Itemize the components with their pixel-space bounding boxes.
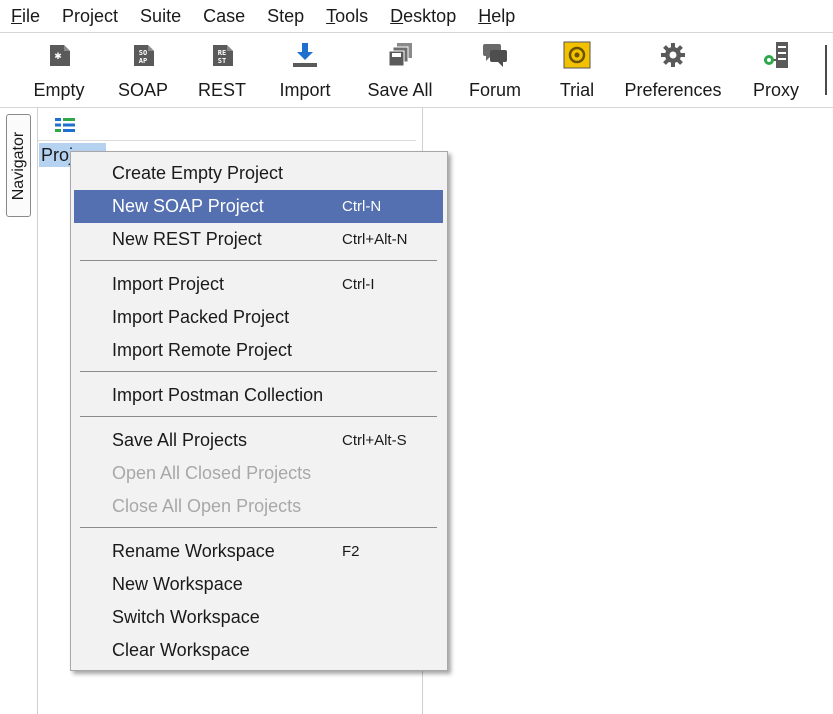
svg-text:RE: RE bbox=[218, 49, 226, 57]
svg-text:✱: ✱ bbox=[54, 52, 62, 62]
menu-item-switch-workspace[interactable]: Switch Workspace bbox=[74, 601, 443, 634]
forum-button[interactable]: Forum bbox=[460, 33, 530, 107]
menu-item-new-workspace[interactable]: New Workspace bbox=[74, 568, 443, 601]
import-label: Import bbox=[279, 80, 331, 100]
soap-button[interactable]: SO AP SOAP bbox=[110, 33, 176, 107]
shortcut-label: F2 bbox=[342, 543, 360, 560]
trial-label: Trial bbox=[559, 80, 595, 100]
svg-text:SO: SO bbox=[139, 49, 147, 57]
menu-item-import-packed-project[interactable]: Import Packed Project bbox=[74, 301, 443, 334]
menu-item-open-all-closed-projects[interactable]: Open All Closed Projects bbox=[74, 457, 443, 490]
menu-help[interactable]: Help bbox=[467, 0, 526, 32]
empty-project-icon: ✱ bbox=[50, 45, 70, 66]
context-menu: Create Empty Project New SOAP Project Ct… bbox=[70, 151, 448, 671]
soap-icon: SO AP bbox=[134, 45, 154, 66]
proxy-icon bbox=[764, 42, 788, 68]
save-all-icon bbox=[388, 43, 412, 67]
svg-text:AP: AP bbox=[139, 57, 147, 65]
menu-separator bbox=[80, 260, 437, 261]
proxy-button[interactable]: Proxy bbox=[742, 33, 810, 107]
save-all-button[interactable]: Save All bbox=[360, 33, 440, 107]
menu-item-save-all-projects[interactable]: Save All Projects Ctrl+Alt-S bbox=[74, 424, 443, 457]
empty-button[interactable]: ✱ Empty bbox=[24, 33, 94, 107]
toolbar: ✱ Empty SO AP SOAP RE ST REST Import Sav… bbox=[0, 33, 833, 108]
menu-item-close-all-open-projects[interactable]: Close All Open Projects bbox=[74, 490, 443, 523]
rest-label: REST bbox=[197, 80, 246, 100]
gear-icon bbox=[661, 43, 685, 67]
menu-tools[interactable]: Tools bbox=[315, 0, 379, 32]
menu-suite[interactable]: Suite bbox=[129, 0, 192, 32]
rest-icon: RE ST bbox=[213, 45, 233, 66]
menu-item-rename-workspace[interactable]: Rename Workspace F2 bbox=[74, 535, 443, 568]
navigator-header bbox=[38, 108, 416, 141]
menu-separator bbox=[80, 416, 437, 417]
menu-item-clear-workspace[interactable]: Clear Workspace bbox=[74, 634, 443, 667]
menu-separator bbox=[80, 527, 437, 528]
shortcut-label: Ctrl-N bbox=[342, 198, 382, 215]
shortcut-label: Ctrl+Alt-S bbox=[342, 432, 407, 449]
shortcut-label: Ctrl+Alt-N bbox=[342, 231, 408, 248]
menu-separator bbox=[80, 371, 437, 372]
trial-icon bbox=[563, 41, 591, 69]
import-icon bbox=[293, 43, 317, 67]
menu-item-import-project[interactable]: Import Project Ctrl-I bbox=[74, 268, 443, 301]
menu-desktop[interactable]: Desktop bbox=[379, 0, 467, 32]
trial-button[interactable]: Trial bbox=[550, 33, 604, 107]
menu-project[interactable]: Project bbox=[51, 0, 129, 32]
forum-icon bbox=[483, 44, 507, 67]
svg-text:ST: ST bbox=[218, 57, 226, 65]
forum-label: Forum bbox=[468, 80, 521, 100]
proxy-label: Proxy bbox=[752, 80, 799, 100]
import-button[interactable]: Import bbox=[268, 33, 342, 107]
menu-case[interactable]: Case bbox=[192, 0, 256, 32]
toolbar-divider bbox=[825, 45, 827, 95]
rest-button[interactable]: RE ST REST bbox=[192, 33, 252, 107]
menu-file[interactable]: File bbox=[0, 0, 51, 32]
menu-item-new-rest-project[interactable]: New REST Project Ctrl+Alt-N bbox=[74, 223, 443, 256]
menu-item-import-remote-project[interactable]: Import Remote Project bbox=[74, 334, 443, 367]
navigator-tab[interactable]: Navigator bbox=[6, 114, 31, 217]
navigator-label: Navigator bbox=[9, 131, 27, 200]
menu-item-import-postman-collection[interactable]: Import Postman Collection bbox=[74, 379, 443, 412]
soap-label: SOAP bbox=[117, 80, 169, 100]
empty-label: Empty bbox=[33, 80, 85, 100]
menu-item-new-soap-project[interactable]: New SOAP Project Ctrl-N bbox=[74, 190, 443, 223]
preferences-label: Preferences bbox=[624, 80, 722, 100]
menu-step[interactable]: Step bbox=[256, 0, 315, 32]
list-view-icon[interactable] bbox=[54, 117, 76, 133]
preferences-button[interactable]: Preferences bbox=[620, 33, 726, 107]
save-all-label: Save All bbox=[367, 80, 433, 100]
menu-item-create-empty-project[interactable]: Create Empty Project bbox=[74, 157, 443, 190]
menu-bar: File Project Suite Case Step Tools Deskt… bbox=[0, 0, 833, 33]
shortcut-label: Ctrl-I bbox=[342, 276, 375, 293]
